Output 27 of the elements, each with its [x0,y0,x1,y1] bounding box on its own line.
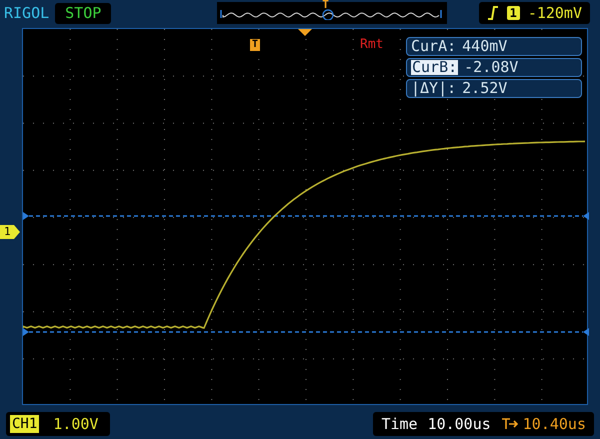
trigger-channel-badge: 1 [506,6,520,20]
channel-name-badge: CH1 [10,415,40,433]
trigger-offset-value: 10.40us [522,416,586,432]
trigger-position-icon [298,29,312,36]
cursor-line[interactable] [23,212,589,220]
trigger-level-value: -120mV [528,6,582,20]
brand-label: RIGOL [4,6,50,20]
cursor-label: |ΔY|: [411,81,456,96]
cursor-readout[interactable]: |ΔY|: 2.52V [406,79,582,98]
cursor-mode-label: Rmt [360,38,384,51]
cursor-value: 2.52V [462,81,508,96]
run-state-indicator: STOP [55,2,112,24]
cursor-label: CurA: [411,39,456,54]
cursor-line[interactable] [23,328,589,336]
cursor-label: CurB: [411,60,458,75]
trigger-offset-icon [500,418,519,430]
rising-edge-icon [486,6,499,20]
timebase-value: 10.00us [428,416,491,432]
cursor-readout[interactable]: CurA: 440mV [406,37,582,56]
cursor-value: 440mV [462,39,508,54]
cursor-readout[interactable]: CurB: -2.08V [406,58,582,77]
trigger-marker: T [250,39,260,51]
channel-scale-value: 1.00V [53,416,100,432]
memory-trigger-marker: T [322,0,329,10]
timebase-label: Time [381,416,418,432]
channel-marker: 1 [0,225,20,239]
cursor-value: -2.08V [464,60,518,75]
